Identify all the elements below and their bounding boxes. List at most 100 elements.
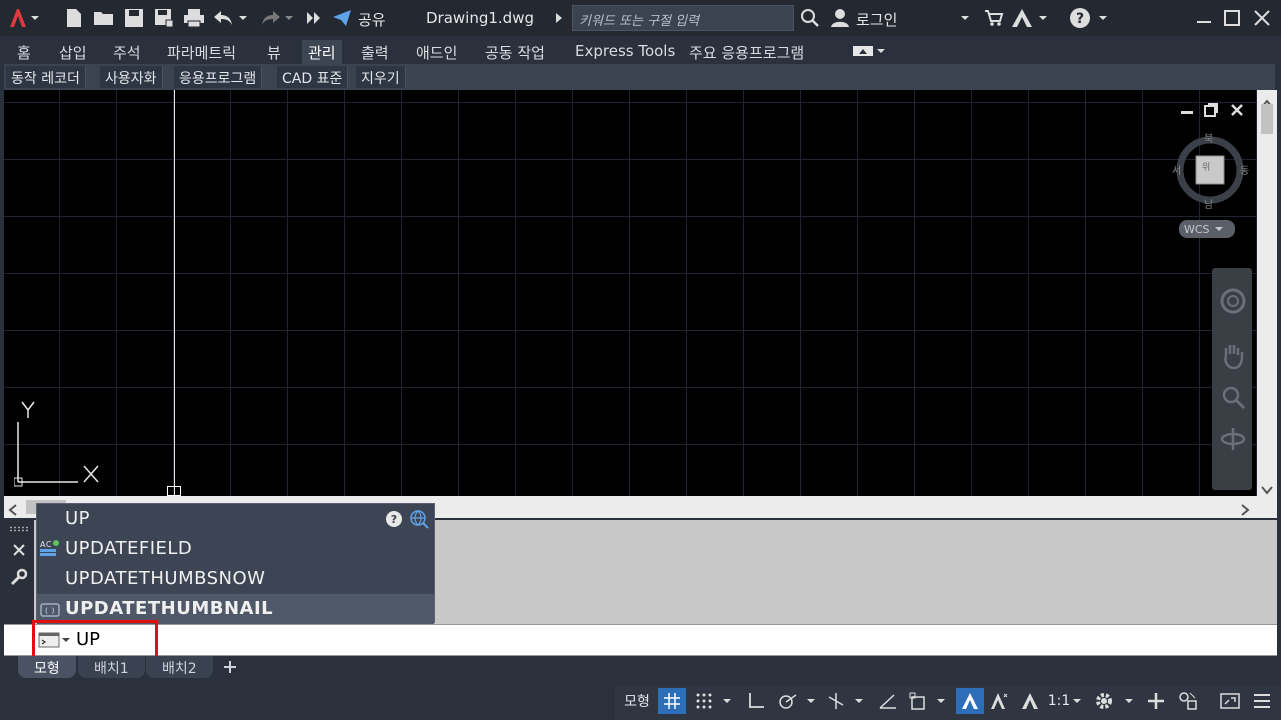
- tab-output[interactable]: 출력: [361, 40, 389, 64]
- viewcube-east[interactable]: 동: [1240, 162, 1249, 177]
- tab-addins[interactable]: 애드인: [416, 40, 457, 64]
- wcs-menu[interactable]: WCS: [1179, 220, 1235, 238]
- auto-scale-icon[interactable]: [986, 688, 1014, 714]
- cart-icon[interactable]: [982, 6, 1006, 30]
- chevron-down-icon[interactable]: [850, 688, 868, 714]
- fullscreen-icon[interactable]: [1216, 688, 1244, 714]
- annotation-scale-icon[interactable]: [1016, 688, 1044, 714]
- chevron-down-icon[interactable]: [1120, 688, 1138, 714]
- close-icon[interactable]: [1250, 6, 1274, 30]
- vertical-scrollbar[interactable]: [1257, 90, 1277, 496]
- scroll-left-icon[interactable]: [8, 501, 18, 520]
- tab-express-tools[interactable]: Express Tools: [575, 40, 675, 64]
- share-label[interactable]: 공유: [358, 9, 386, 30]
- panel-action-recorder[interactable]: 동작 레코더: [6, 66, 86, 88]
- viewport-close-icon[interactable]: [1230, 102, 1244, 116]
- share-icon[interactable]: [330, 6, 354, 30]
- drawing-canvas[interactable]: 위 북 남 동 서 WCS: [4, 90, 1257, 496]
- search-input[interactable]: 키워드 또는 구절 입력: [572, 5, 794, 31]
- autocomplete-item[interactable]: UPDATETHUMBSNOW: [37, 564, 434, 594]
- redo-icon[interactable]: [258, 6, 282, 30]
- save-as-icon[interactable]: [152, 6, 176, 30]
- polar-tracking-icon[interactable]: [774, 688, 802, 714]
- drag-grip-icon[interactable]: [9, 526, 29, 532]
- autocomplete-item[interactable]: AC UPDATEFIELD: [37, 534, 434, 564]
- chevron-down-icon[interactable]: [1036, 6, 1050, 30]
- command-close-icon[interactable]: [12, 542, 26, 561]
- command-line[interactable]: UP: [4, 624, 1277, 656]
- tab-layout1[interactable]: 배치1: [78, 656, 145, 678]
- open-folder-icon[interactable]: [92, 6, 116, 30]
- chevron-down-icon[interactable]: [1096, 6, 1110, 30]
- object-snap-tracking-icon[interactable]: [874, 688, 902, 714]
- object-snap-icon[interactable]: [904, 688, 932, 714]
- chevron-down-icon[interactable]: [718, 688, 736, 714]
- tab-insert[interactable]: 삽입: [59, 40, 87, 64]
- chevron-down-icon[interactable]: [1070, 688, 1084, 714]
- model-space-button[interactable]: 모형: [620, 688, 654, 714]
- viewcube-top-face[interactable]: 위: [1202, 160, 1210, 173]
- ribbon-display-toggle[interactable]: [850, 40, 886, 64]
- print-icon[interactable]: [182, 6, 206, 30]
- viewcube[interactable]: 위 북 남 동 서: [1166, 128, 1252, 211]
- save-icon[interactable]: [122, 6, 146, 30]
- undo-icon[interactable]: [212, 6, 236, 30]
- ortho-mode-icon[interactable]: [742, 688, 770, 714]
- add-icon[interactable]: [1142, 688, 1170, 714]
- chevron-down-icon[interactable]: [958, 6, 972, 30]
- search-icon[interactable]: [798, 6, 822, 30]
- viewcube-west[interactable]: 서: [1172, 162, 1181, 177]
- ucs-icon: [13, 400, 114, 490]
- scroll-right-icon[interactable]: [1240, 501, 1250, 520]
- maximize-icon[interactable]: [1220, 6, 1244, 30]
- tab-model[interactable]: 모형: [18, 656, 76, 678]
- orbit-icon[interactable]: [1220, 426, 1246, 456]
- tab-annotate[interactable]: 주석: [113, 40, 141, 64]
- chevron-down-icon[interactable]: [802, 688, 820, 714]
- viewcube-south[interactable]: 남: [1204, 196, 1213, 211]
- isodraft-icon[interactable]: [822, 688, 850, 714]
- chevron-down-icon[interactable]: [236, 6, 250, 30]
- autocad-logo-icon[interactable]: [6, 6, 30, 30]
- autodesk-a360-icon[interactable]: [1010, 6, 1034, 30]
- chevron-right-icon[interactable]: [552, 6, 566, 30]
- help-icon[interactable]: ?: [1068, 6, 1092, 30]
- tab-collaborate[interactable]: 공동 작업: [485, 40, 545, 64]
- viewport-minimize-icon[interactable]: [1180, 102, 1194, 116]
- chevron-down-icon[interactable]: [282, 6, 296, 30]
- chevron-down-icon[interactable]: [28, 6, 42, 30]
- tab-home[interactable]: 홈: [17, 40, 31, 64]
- tab-featured-apps[interactable]: 주요 응용프로그램: [689, 40, 804, 64]
- customization-menu-icon[interactable]: [1248, 688, 1276, 714]
- panel-cleanup[interactable]: 지우기: [356, 66, 406, 88]
- annotation-visibility-icon[interactable]: [956, 688, 984, 714]
- tab-view[interactable]: 뷰: [267, 40, 281, 64]
- new-file-icon[interactable]: [62, 6, 86, 30]
- isolate-objects-icon[interactable]: [1174, 688, 1202, 714]
- viewport-restore-icon[interactable]: [1204, 102, 1218, 117]
- more-tools-icon[interactable]: [302, 6, 326, 30]
- annotation-scale-value[interactable]: 1:1: [1046, 688, 1072, 714]
- login-label[interactable]: 로그인: [856, 9, 897, 30]
- panel-customization[interactable]: 사용자화: [100, 66, 163, 88]
- tab-layout2[interactable]: 배치2: [146, 656, 213, 678]
- vertical-scroll-thumb[interactable]: [1261, 104, 1273, 134]
- grid-icon[interactable]: [658, 688, 686, 714]
- steering-wheel-icon[interactable]: [1220, 288, 1246, 318]
- user-icon[interactable]: [828, 6, 852, 30]
- tab-parametric[interactable]: 파라메트릭: [167, 40, 236, 64]
- chevron-down-icon[interactable]: [932, 688, 950, 714]
- minimize-icon[interactable]: [1192, 6, 1216, 30]
- pan-hand-icon[interactable]: [1220, 342, 1246, 374]
- zoom-extents-icon[interactable]: [1220, 384, 1246, 414]
- panel-cad-standards[interactable]: CAD 표준: [277, 66, 349, 88]
- customize-wrench-icon[interactable]: [10, 568, 28, 590]
- workspace-gear-icon[interactable]: [1090, 688, 1118, 714]
- internet-search-icon[interactable]: [409, 509, 429, 533]
- viewcube-north[interactable]: 북: [1204, 130, 1213, 145]
- add-layout-icon[interactable]: [222, 659, 238, 679]
- tab-manage[interactable]: 관리: [302, 40, 342, 64]
- panel-applications[interactable]: 응용프로그램: [174, 66, 263, 88]
- help-icon[interactable]: ?: [385, 510, 403, 532]
- snap-mode-icon[interactable]: [690, 688, 718, 714]
